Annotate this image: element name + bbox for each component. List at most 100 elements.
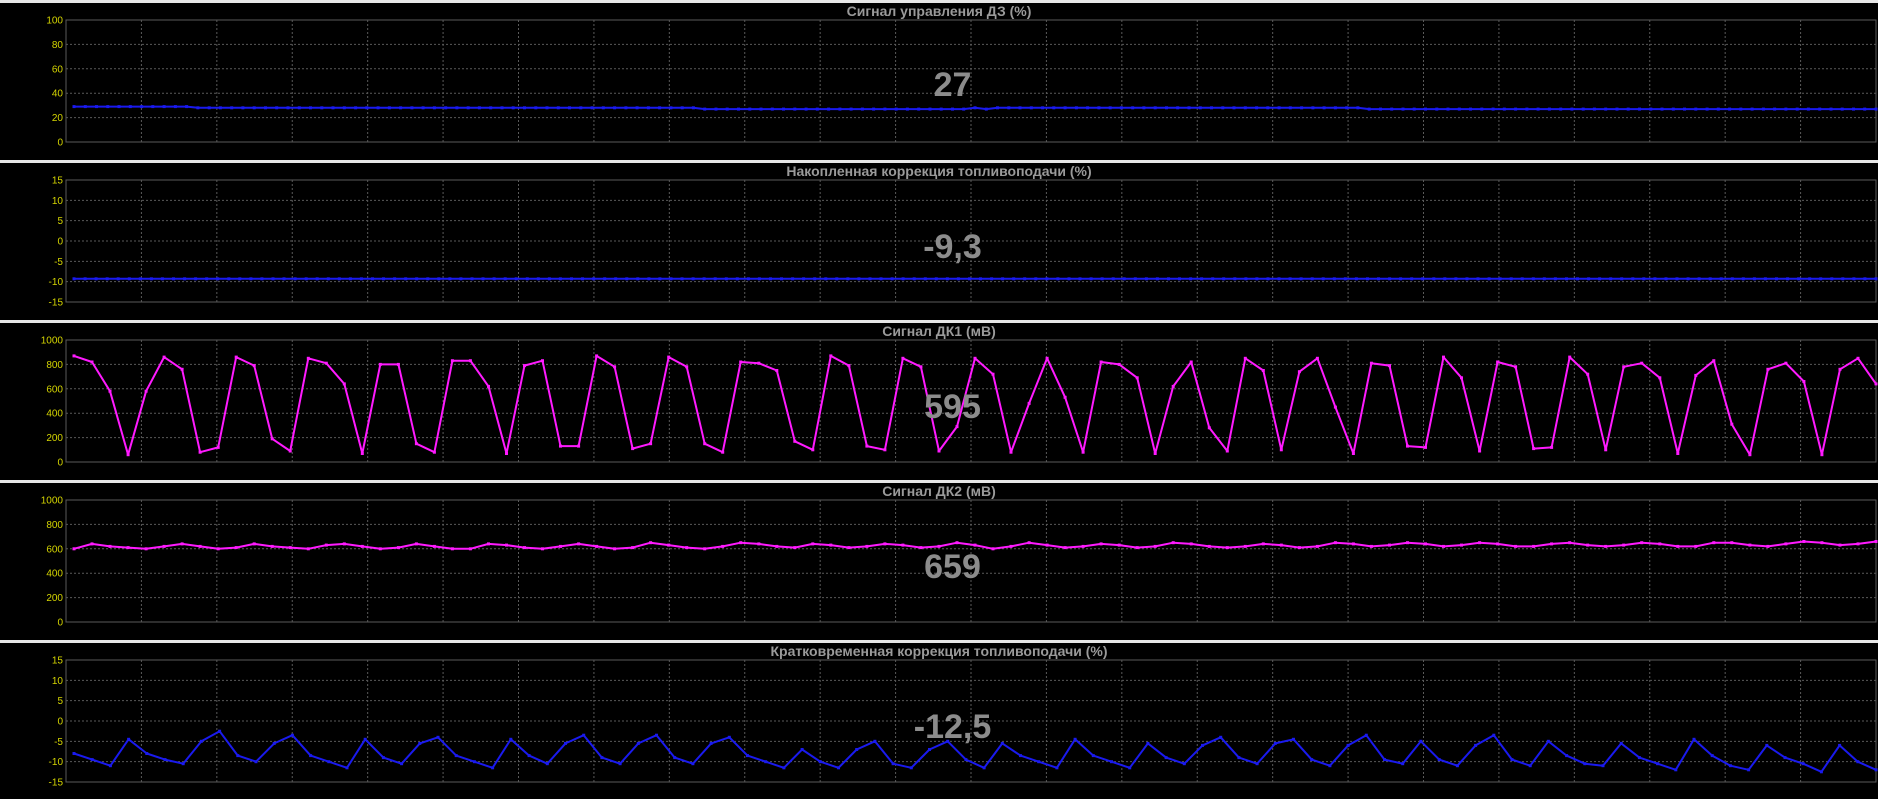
data-point — [1356, 106, 1360, 110]
data-point — [198, 450, 202, 454]
data-point — [1604, 544, 1608, 548]
data-point — [160, 277, 164, 281]
data-point — [199, 739, 203, 743]
data-point — [1705, 107, 1709, 111]
data-point — [1829, 107, 1833, 111]
data-point — [293, 277, 297, 281]
data-point — [105, 277, 109, 281]
data-point — [759, 107, 763, 111]
data-point — [829, 543, 833, 547]
data-point — [1027, 541, 1031, 545]
data-point — [1155, 277, 1159, 281]
data-point — [1741, 277, 1745, 281]
data-point — [1146, 741, 1150, 745]
y-tick-label: 0 — [57, 618, 63, 629]
data-point — [1819, 277, 1823, 281]
y-tick-label: 5 — [57, 696, 63, 707]
data-point — [1818, 107, 1822, 111]
data-point — [1604, 107, 1608, 111]
data-point — [382, 277, 385, 281]
data-point — [802, 277, 806, 281]
data-point — [218, 729, 222, 733]
data-point — [669, 277, 673, 281]
data-point — [90, 758, 94, 762]
data-point — [685, 546, 689, 550]
data-point — [1277, 277, 1281, 281]
data-point — [800, 748, 804, 751]
data-point — [234, 355, 238, 359]
y-tick-label: -5 — [54, 257, 63, 268]
data-point — [1694, 373, 1698, 377]
data-point — [90, 360, 94, 364]
data-point — [1045, 543, 1049, 547]
data-point — [1321, 277, 1325, 281]
data-point — [1142, 106, 1146, 110]
data-point — [1802, 380, 1806, 383]
data-point — [454, 754, 458, 758]
data-point — [126, 546, 130, 550]
data-point — [559, 444, 562, 448]
data-point — [1694, 107, 1698, 111]
data-point — [196, 106, 200, 110]
data-point — [939, 107, 943, 111]
data-point — [1460, 376, 1463, 380]
data-point — [1820, 453, 1824, 457]
data-point — [1730, 277, 1734, 281]
data-point — [1328, 764, 1332, 768]
data-point — [655, 733, 658, 737]
data-point — [1676, 452, 1680, 455]
panel-title: Сигнал ДК2 (мВ) — [882, 483, 996, 499]
data-point — [1637, 756, 1641, 760]
data-point — [883, 448, 887, 452]
y-tick-label: 200 — [46, 433, 63, 444]
data-point — [547, 277, 551, 281]
data-point — [144, 389, 148, 393]
data-point — [1604, 448, 1608, 452]
data-point — [631, 546, 635, 550]
data-point — [1658, 376, 1662, 380]
data-point — [1201, 743, 1204, 747]
data-point — [162, 544, 166, 548]
data-point — [1565, 754, 1569, 758]
data-point — [138, 277, 142, 281]
data-point — [505, 452, 508, 455]
data-point — [1852, 107, 1855, 111]
data-point — [559, 544, 562, 548]
data-point — [1838, 543, 1842, 547]
data-point — [1583, 762, 1587, 766]
data-point — [1399, 277, 1403, 281]
data-point — [739, 360, 743, 364]
data-point — [415, 277, 419, 281]
data-point — [252, 106, 256, 110]
data-point — [1292, 737, 1295, 741]
data-point — [793, 439, 797, 443]
data-point — [116, 277, 120, 281]
data-point — [436, 735, 440, 739]
data-point — [1773, 107, 1777, 111]
data-point — [1164, 756, 1168, 760]
data-point — [1730, 422, 1734, 426]
data-point — [1244, 277, 1248, 281]
data-point — [1333, 541, 1337, 545]
data-point — [1388, 364, 1391, 368]
data-point — [1211, 277, 1215, 281]
data-point — [1273, 741, 1277, 745]
data-point — [1366, 277, 1369, 281]
data-point — [1018, 106, 1022, 110]
data-point — [735, 277, 739, 281]
data-point — [396, 546, 400, 550]
data-point — [1748, 543, 1752, 547]
data-point — [106, 105, 110, 109]
data-point — [1210, 106, 1213, 110]
data-point — [320, 106, 324, 110]
data-point — [1838, 367, 1842, 371]
data-point — [1712, 359, 1716, 363]
data-point — [172, 277, 175, 281]
data-point — [667, 543, 671, 547]
data-point — [359, 277, 363, 281]
data-point — [603, 277, 607, 281]
data-point — [1547, 107, 1551, 111]
data-point — [658, 106, 662, 110]
data-point — [835, 277, 839, 281]
data-point — [595, 354, 599, 358]
